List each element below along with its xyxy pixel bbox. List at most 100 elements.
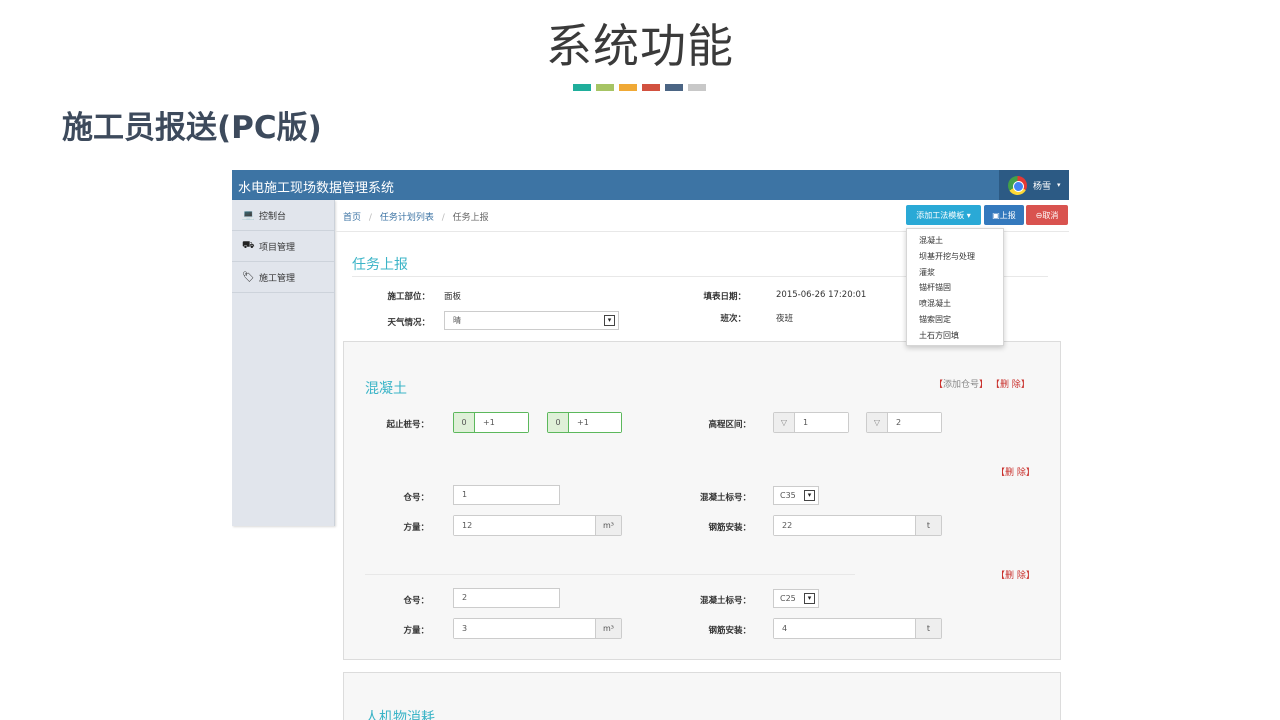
elevation-to-input[interactable]: 2 [888, 413, 941, 432]
rebar-group[interactable]: 4 t [773, 618, 942, 639]
color-bar [573, 84, 706, 91]
chevron-down-icon: ▾ [1057, 181, 1061, 189]
sidebar: 💻 控制台 ⛟ 项目管理 🏷 施工管理 [232, 200, 335, 526]
volume-input[interactable]: 3 [454, 619, 595, 638]
bracket: 【 [996, 571, 1006, 581]
main-content: 首页 / 任务计划列表 / 任务上报 添加工法模板 ▾ ▣上报 ⊖取消 混凝土 … [336, 200, 1069, 720]
road-icon: ⛟ [242, 239, 255, 251]
cang-input[interactable]: 1 [453, 485, 560, 505]
breadcrumb: 首页 / 任务计划列表 / 任务上报 [343, 210, 489, 223]
add-template-button[interactable]: 添加工法模板 ▾ [906, 205, 981, 225]
cancel-button[interactable]: ⊖取消 [1026, 205, 1068, 225]
color-swatch [665, 84, 683, 91]
delete-concrete-link[interactable]: 删 除 [1000, 380, 1021, 390]
rebar-group[interactable]: 22 t [773, 515, 942, 536]
part-value: 面板 [444, 292, 462, 302]
bracket: 【 [934, 380, 944, 390]
delete-block1-link[interactable]: 删 除 [1005, 468, 1026, 478]
shift-value: 夜班 [776, 314, 794, 324]
cang-label: 仓号： [403, 493, 429, 503]
bracket: 】 [979, 380, 989, 390]
cang-label: 仓号： [403, 596, 429, 606]
station-to-prefix: 0 [548, 413, 569, 432]
elevation-from-group[interactable]: ▽ 1 [773, 412, 849, 433]
triangle-down-icon: ▽ [774, 413, 795, 432]
color-swatch [596, 84, 614, 91]
report-button[interactable]: ▣上报 [984, 205, 1024, 225]
app-brand[interactable]: 水电施工现场数据管理系统 [238, 177, 394, 196]
add-cang-link[interactable]: 添加仓号 [943, 380, 979, 390]
rebar-label: 钢筋安装： [708, 523, 751, 533]
resources-panel: 人机物消耗 [343, 672, 1061, 720]
sidebar-item-label: 控制台 [259, 211, 287, 222]
user-menu[interactable]: 杨雪 ▾ [999, 170, 1069, 200]
bracket: 】 [1025, 468, 1035, 478]
grade-label: 混凝土标号： [699, 493, 751, 503]
sidebar-item-label: 施工管理 [259, 273, 296, 284]
laptop-icon: 💻 [242, 209, 255, 221]
grade-select[interactable]: C25 ▾ [773, 589, 819, 608]
station-from-input[interactable]: +1 [475, 413, 528, 432]
color-swatch [573, 84, 591, 91]
rebar-input[interactable]: 22 [774, 516, 915, 535]
menu-item-backfill[interactable]: 土石方回填 [907, 328, 1003, 344]
grade-select[interactable]: C35 ▾ [773, 486, 819, 505]
chevron-down-icon: ▾ [804, 490, 815, 501]
block1-actions: 【删 除】 [996, 465, 1035, 478]
menu-item-grouting[interactable]: 灌浆 [907, 265, 1003, 281]
station-label: 起止桩号： [386, 420, 429, 430]
elevation-from-input[interactable]: 1 [795, 413, 848, 432]
menu-item-anchor-bolt[interactable]: 锚杆锚固 [907, 280, 1003, 296]
chevron-down-icon: ▾ [804, 593, 815, 604]
triangle-down-icon: ▽ [867, 413, 888, 432]
volume-group[interactable]: 12 m³ [453, 515, 622, 536]
menu-item-concrete[interactable]: 混凝土 [907, 233, 1003, 249]
part-label: 施工部位： [387, 292, 430, 302]
breadcrumb-separator: / [441, 213, 445, 223]
rebar-unit: t [915, 619, 941, 638]
sidebar-item-projects[interactable]: ⛟ 项目管理 [232, 231, 334, 262]
user-name: 杨雪 [1033, 181, 1052, 192]
color-swatch [642, 84, 660, 91]
rebar-unit: t [915, 516, 941, 535]
elevation-label: 高程区间： [708, 420, 751, 430]
sidebar-item-label: 项目管理 [259, 242, 296, 253]
app-screenshot: 水电施工现场数据管理系统 杨雪 ▾ 💻 控制台 ⛟ 项目管理 🏷 施工管理 首页… [232, 170, 1069, 720]
volume-input[interactable]: 12 [454, 516, 595, 535]
tags-icon: 🏷 [242, 271, 255, 283]
volume-group[interactable]: 3 m³ [453, 618, 622, 639]
delete-block2-link[interactable]: 删 除 [1005, 571, 1026, 581]
bracket: 】 [1020, 380, 1030, 390]
rebar-label: 钢筋安装： [708, 626, 751, 636]
station-to-input[interactable]: +1 [569, 413, 621, 432]
slide-subtitle: 施工员报送(PC版) [62, 110, 322, 146]
station-to-group[interactable]: 0 +1 [547, 412, 622, 433]
concrete-actions: 【添加仓号】 【删 除】 [934, 377, 1030, 390]
concrete-title: 混凝土 [365, 381, 407, 397]
task-report-title: 任务上报 [352, 257, 408, 273]
volume-label: 方量： [403, 523, 429, 533]
menu-item-shotcrete[interactable]: 喷混凝土 [907, 296, 1003, 312]
cang-input[interactable]: 2 [453, 588, 560, 608]
weather-select[interactable]: 晴 ▾ [444, 311, 619, 330]
menu-item-anchor-cable[interactable]: 锚索固定 [907, 312, 1003, 328]
weather-select-value: 晴 [453, 316, 461, 325]
breadcrumb-home[interactable]: 首页 [343, 213, 361, 223]
rebar-input[interactable]: 4 [774, 619, 915, 638]
date-label: 填表日期： [703, 292, 746, 302]
breadcrumb-separator: / [368, 213, 372, 223]
sidebar-item-console[interactable]: 💻 控制台 [232, 200, 334, 231]
station-from-group[interactable]: 0 +1 [453, 412, 529, 433]
chevron-down-icon: ▾ [604, 315, 615, 326]
breadcrumb-task-list[interactable]: 任务计划列表 [380, 213, 434, 223]
breadcrumb-current: 任务上报 [452, 213, 489, 223]
sidebar-item-construction[interactable]: 🏷 施工管理 [232, 262, 334, 293]
volume-label: 方量： [403, 626, 429, 636]
resources-title: 人机物消耗 [365, 710, 435, 720]
menu-item-excavation[interactable]: 坝基开挖与处理 [907, 249, 1003, 265]
elevation-to-group[interactable]: ▽ 2 [866, 412, 942, 433]
bracket: 【 [996, 468, 1006, 478]
color-swatch [688, 84, 706, 91]
grade-select-value: C25 [780, 594, 796, 603]
shift-label: 班次： [720, 314, 746, 324]
